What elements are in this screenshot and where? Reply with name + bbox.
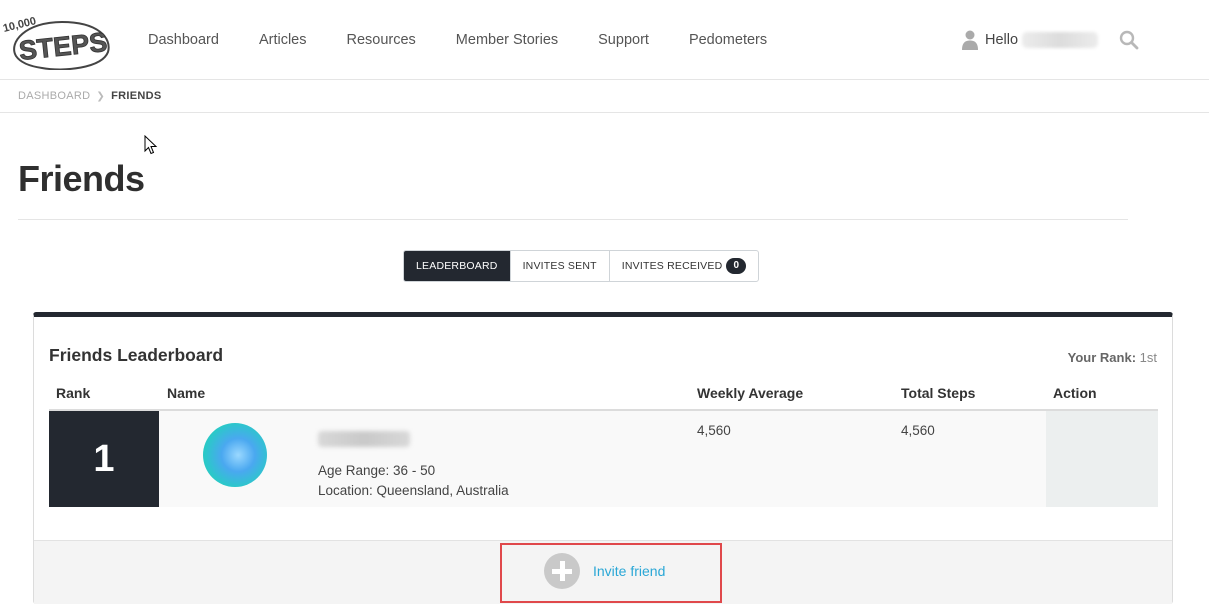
title-divider <box>18 219 1128 220</box>
table-row: 1 Age Range: 36 - 50 Location: Queenslan… <box>49 411 1158 507</box>
nav-support[interactable]: Support <box>598 32 649 48</box>
tab-leaderboard[interactable]: LEADERBOARD <box>404 251 511 281</box>
leaderboard-title: Friends Leaderboard <box>49 345 224 365</box>
tab-invites-received[interactable]: INVITES RECEIVED 0 <box>610 251 759 281</box>
avatar <box>203 423 267 487</box>
your-rank-value: 1st <box>1139 350 1157 365</box>
column-header-name: Name <box>167 385 206 401</box>
chevron-right-icon: ❯ <box>96 90 106 102</box>
tab-invites-received-label: INVITES RECEIVED <box>621 260 723 272</box>
total-steps-value: 4,560 <box>901 423 935 438</box>
tab-leaderboard-label: LEADERBOARD <box>416 260 498 272</box>
user-menu[interactable]: Hello <box>962 30 1099 50</box>
column-header-action: Action <box>1053 385 1097 401</box>
10000-steps-logo[interactable]: 10,000 STEPS <box>2 12 114 70</box>
nav-articles[interactable]: Articles <box>259 32 307 48</box>
column-header-weekly-average: Weekly Average <box>697 385 804 401</box>
user-greeting: Hello <box>985 32 1019 48</box>
member-location: Location: Queensland, Australia <box>318 483 509 498</box>
search-icon[interactable] <box>1119 30 1139 50</box>
column-header-total-steps: Total Steps <box>901 385 976 401</box>
friends-tabs: LEADERBOARD INVITES SENT INVITES RECEIVE… <box>403 250 760 282</box>
member-name-redacted <box>318 431 410 447</box>
tab-invites-sent-label: INVITES SENT <box>522 260 597 272</box>
column-header-rank: Rank <box>56 385 91 401</box>
your-rank: Your Rank: 1st <box>1068 350 1157 365</box>
nav-member-stories[interactable]: Member Stories <box>456 32 558 48</box>
your-rank-label: Your Rank: <box>1067 350 1137 365</box>
breadcrumb-dashboard[interactable]: DASHBOARD <box>18 90 90 102</box>
nav-pedometers[interactable]: Pedometers <box>689 32 767 48</box>
highlight-box <box>500 543 722 603</box>
tab-invites-sent[interactable]: INVITES SENT <box>511 251 610 281</box>
nav-dashboard[interactable]: Dashboard <box>148 32 219 48</box>
breadcrumb-divider <box>0 112 1209 113</box>
page-title: Friends <box>18 158 145 199</box>
mouse-pointer-icon <box>144 135 158 155</box>
weekly-average-value: 4,560 <box>697 423 731 438</box>
rank-cell: 1 <box>49 411 159 507</box>
action-cell <box>1046 411 1158 507</box>
member-age-range: Age Range: 36 - 50 <box>318 463 436 478</box>
breadcrumb: DASHBOARD ❯ FRIENDS <box>18 90 161 102</box>
site-header: 10,000 STEPS Dashboard Articles Resource… <box>0 0 1209 80</box>
breadcrumb-current: FRIENDS <box>111 90 162 102</box>
user-icon <box>962 30 978 50</box>
main-nav: Dashboard Articles Resources Member Stor… <box>148 0 807 80</box>
nav-resources[interactable]: Resources <box>346 32 415 48</box>
user-name-redacted <box>1022 32 1099 48</box>
invites-received-count-badge: 0 <box>726 258 747 274</box>
